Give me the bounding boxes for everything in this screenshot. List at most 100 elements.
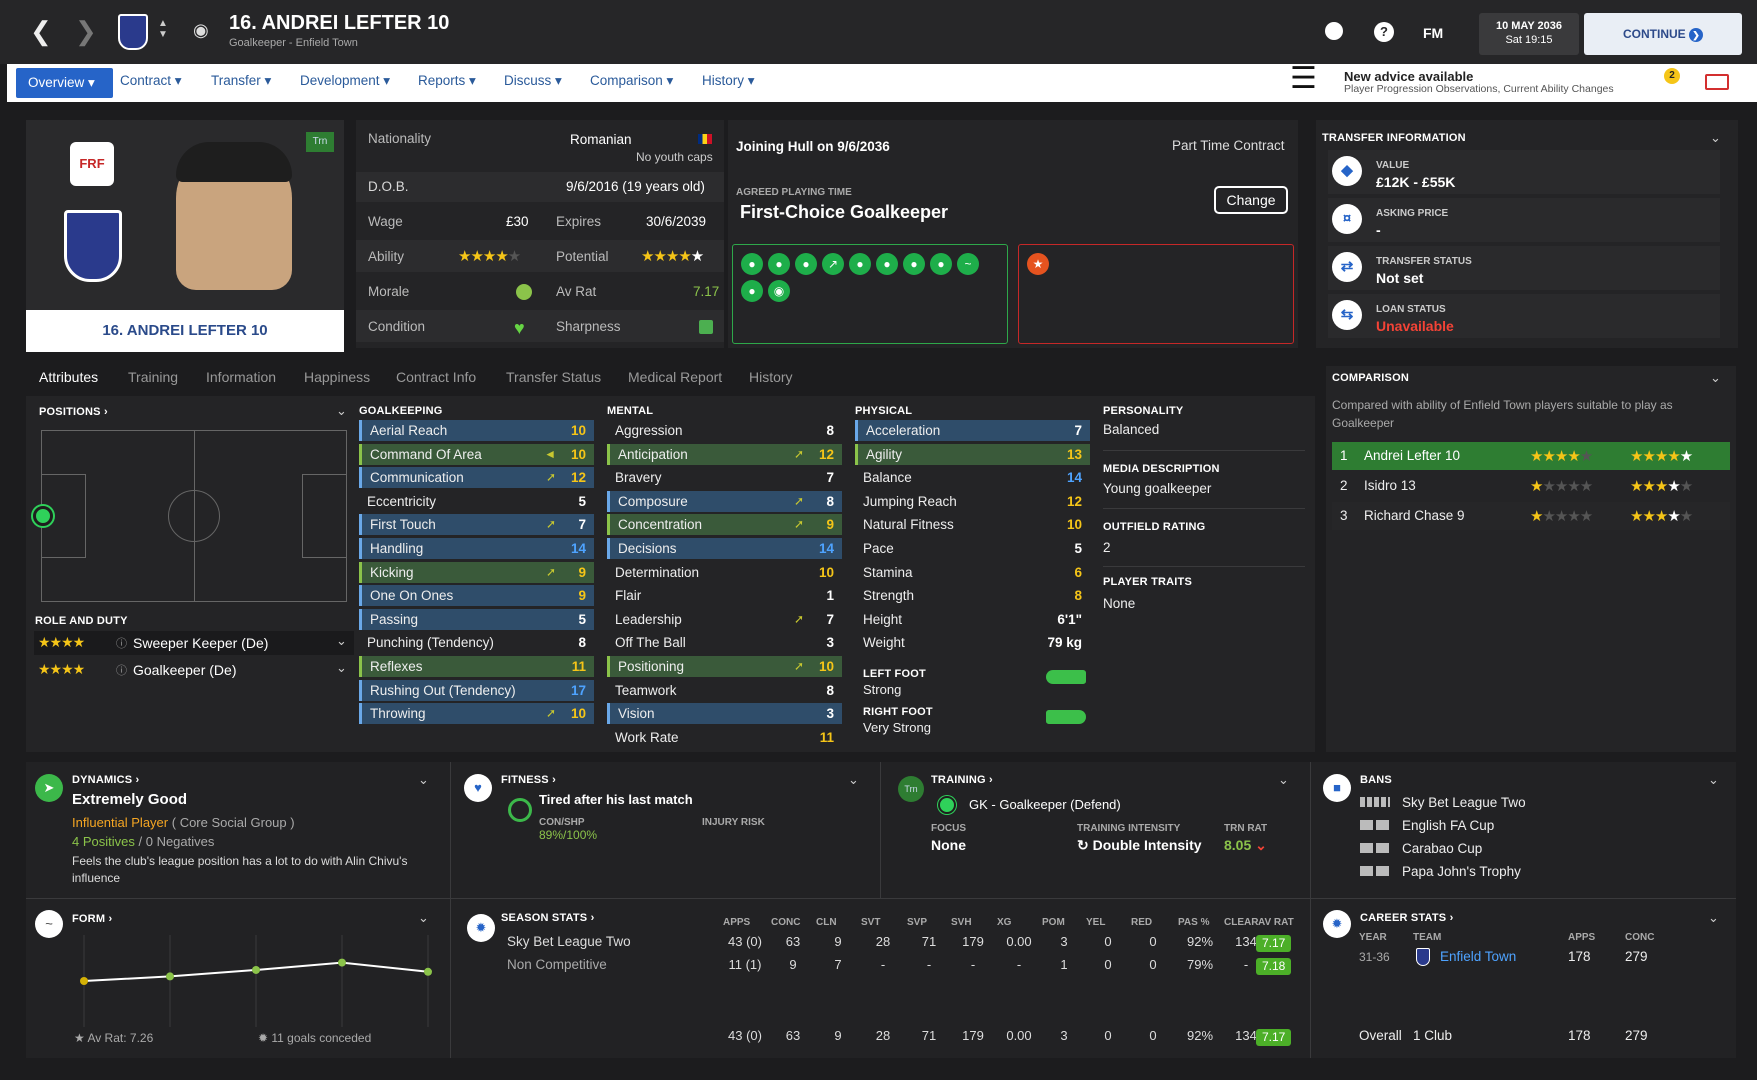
season-stats-header[interactable]: SEASON STATS › <box>501 912 594 924</box>
focus-value[interactable]: None <box>931 837 966 853</box>
scout-binoculars-icon[interactable]: ◉ <box>193 20 209 41</box>
form-point[interactable] <box>424 967 432 976</box>
trait-icon[interactable]: ~ <box>957 253 979 275</box>
comparison-row[interactable]: 1 Andrei Lefter 10 ★★★★★ ★★★★★ <box>1332 442 1730 470</box>
chevron-down-icon[interactable]: ⌄ <box>336 660 347 676</box>
season-col-header[interactable]: APPS <box>723 917 750 928</box>
form-point[interactable] <box>80 977 88 985</box>
season-col-header[interactable]: SVT <box>861 917 880 928</box>
career-team-link[interactable]: Enfield Town <box>1440 949 1516 964</box>
attribute-row[interactable]: Eccentricity 5 <box>359 491 594 512</box>
inbox-badge[interactable]: 2 <box>1664 68 1680 84</box>
chevron-down-icon[interactable]: ⌄ <box>1278 772 1289 788</box>
attribute-row[interactable]: Work Rate 11 <box>607 727 842 748</box>
training-header[interactable]: TRAINING › <box>931 774 993 786</box>
season-col-header[interactable]: RED <box>1131 917 1152 928</box>
chevron-down-icon[interactable]: ⌄ <box>1710 130 1721 146</box>
advice-subtitle[interactable]: Player Progression Observations, Current… <box>1344 83 1614 95</box>
help-icon[interactable]: ? <box>1374 22 1394 42</box>
attribute-row[interactable]: Determination 10 <box>607 562 842 583</box>
trait-icon[interactable]: ● <box>876 253 898 275</box>
attribute-row[interactable]: Handling 14 <box>359 538 594 559</box>
training-badge[interactable]: Trn <box>306 132 334 152</box>
career-stats-header[interactable]: CAREER STATS › <box>1360 912 1453 924</box>
tab-medical-report[interactable]: Medical Report <box>628 369 722 385</box>
fm-menu-button[interactable]: FM <box>1423 25 1443 41</box>
date-display[interactable]: 10 MAY 2036 Sat 19:15 <box>1479 13 1579 55</box>
form-point[interactable] <box>252 965 260 974</box>
season-col-header[interactable]: SVP <box>907 917 927 928</box>
form-point[interactable] <box>166 972 174 981</box>
season-col-header[interactable]: POM <box>1042 917 1065 928</box>
attribute-row[interactable]: Aggression 8 <box>607 420 842 441</box>
gk-position-marker[interactable] <box>33 506 53 526</box>
attribute-row[interactable]: Positioning ➚ 10 <box>607 656 842 677</box>
star-trait-icon[interactable]: ★ <box>1027 253 1049 275</box>
attribute-row[interactable]: Command Of Area ◄ 10 <box>359 443 594 465</box>
season-col-header[interactable]: CONC <box>771 917 800 928</box>
tab-happiness[interactable]: Happiness <box>304 369 370 385</box>
season-col-header[interactable]: AV RAT <box>1258 917 1294 928</box>
chevron-down-icon[interactable]: ⌄ <box>1710 370 1721 386</box>
season-competition[interactable]: Non Competitive <box>507 957 607 972</box>
attribute-row[interactable]: Kicking ➚ 9 <box>359 561 594 583</box>
attribute-row[interactable]: Bravery 7 <box>607 467 842 488</box>
tab-attributes[interactable]: Attributes <box>39 369 98 385</box>
attribute-row[interactable]: Punching (Tendency) 8 <box>359 632 594 653</box>
positions-header[interactable]: POSITIONS › <box>39 406 108 418</box>
attribute-row[interactable]: First Touch ➚ 7 <box>359 514 594 536</box>
forward-arrow-icon[interactable]: ❯ <box>75 16 97 47</box>
dynamics-header[interactable]: DYNAMICS › <box>72 774 139 786</box>
attribute-row[interactable]: Passing 5 <box>359 608 594 630</box>
trait-icon[interactable]: ● <box>930 253 952 275</box>
chevron-down-icon[interactable]: ⌄ <box>418 772 429 788</box>
tab-contract-info[interactable]: Contract Info <box>396 369 476 385</box>
season-col-header[interactable]: XG <box>997 917 1011 928</box>
chevron-down-icon[interactable]: ⌄ <box>336 633 347 649</box>
trait-icon[interactable]: ● <box>903 253 925 275</box>
tab-information[interactable]: Information <box>206 369 276 385</box>
attribute-row[interactable]: Balance 14 <box>855 467 1090 488</box>
menu-contract[interactable]: Contract ▾ <box>120 73 182 89</box>
globe-icon[interactable]: ◉ <box>768 280 790 302</box>
season-col-header[interactable]: CLEAR <box>1224 917 1258 928</box>
season-col-header[interactable]: CLN <box>816 917 837 928</box>
change-button[interactable]: Change <box>1214 186 1288 214</box>
attribute-row[interactable]: Throwing ➚ 10 <box>359 703 594 725</box>
continue-button[interactable]: CONTINUE ❯ <box>1584 13 1742 55</box>
chevron-down-icon[interactable]: ⌄ <box>1708 910 1719 926</box>
form-point[interactable] <box>338 958 346 967</box>
attribute-row[interactable]: Aerial Reach 10 <box>359 420 594 441</box>
form-header[interactable]: FORM › <box>72 913 112 925</box>
fitness-header[interactable]: FITNESS › <box>501 774 556 786</box>
attribute-row[interactable]: Communication ➚ 12 <box>359 467 594 489</box>
attribute-row[interactable]: Vision 3 <box>607 703 842 725</box>
advice-icon[interactable]: ☰ <box>1290 60 1336 100</box>
page-subtitle[interactable]: Goalkeeper - Enfield Town <box>229 37 358 49</box>
advice-title[interactable]: New advice available <box>1344 69 1473 84</box>
trait-icon[interactable]: ● <box>795 253 817 275</box>
attribute-row[interactable]: Composure ➚ 8 <box>607 490 842 512</box>
menu-history[interactable]: History ▾ <box>702 73 755 89</box>
club-badge-icon[interactable] <box>118 14 148 50</box>
attribute-row[interactable]: Jumping Reach 12 <box>855 491 1090 512</box>
attribute-row[interactable]: Concentration ➚ 9 <box>607 514 842 536</box>
season-col-header[interactable]: YEL <box>1086 917 1105 928</box>
chevron-down-icon[interactable]: ⌄ <box>418 910 429 926</box>
attribute-row[interactable]: Height 6'1" <box>855 609 1090 630</box>
training-role[interactable]: GK - Goalkeeper (Defend) <box>969 797 1121 812</box>
sharpness-icon[interactable] <box>699 320 713 334</box>
attribute-row[interactable]: Strength 8 <box>855 585 1090 606</box>
monitor-icon[interactable] <box>1705 74 1729 90</box>
season-competition[interactable]: Sky Bet League Two <box>507 934 631 949</box>
dynamics-counts[interactable]: 4 Positives / 0 Negatives <box>72 834 214 849</box>
menu-overview[interactable]: Overview ▾ <box>16 68 113 98</box>
attribute-row[interactable]: Acceleration 7 <box>855 420 1090 441</box>
info-icon[interactable]: ⓘ <box>116 635 127 651</box>
football-icon[interactable] <box>1325 22 1343 40</box>
attribute-row[interactable]: Natural Fitness 10 <box>855 514 1090 535</box>
attribute-row[interactable]: Flair 1 <box>607 585 842 606</box>
tab-training[interactable]: Training <box>128 369 178 385</box>
trait-icon[interactable]: ↗ <box>822 253 844 275</box>
chevron-down-icon[interactable]: ⌄ <box>1708 772 1719 788</box>
